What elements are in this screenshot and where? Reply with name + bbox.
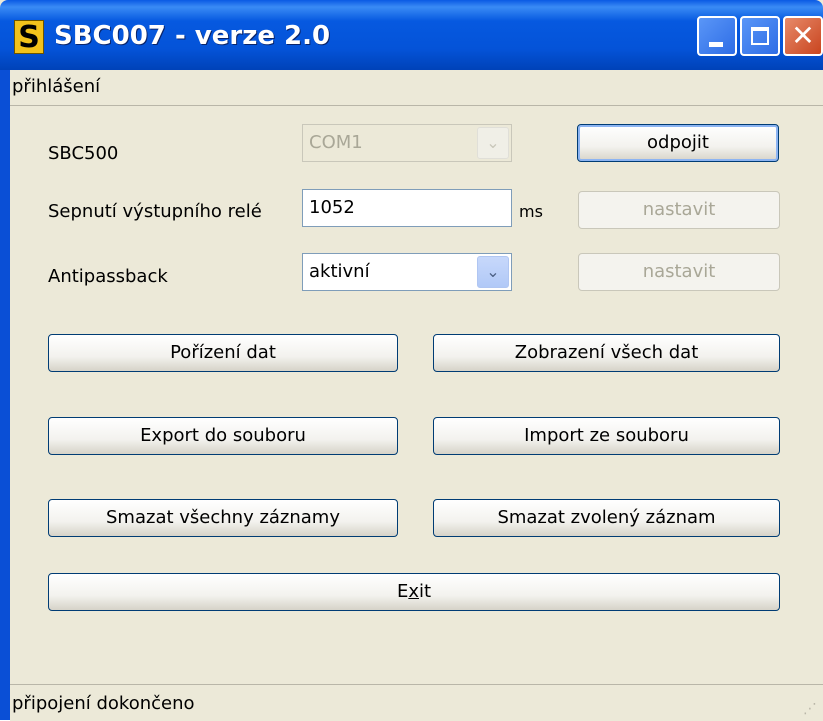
status-bar: připojení dokončeno ⋰ bbox=[10, 684, 823, 721]
menu-bar: přihlášení bbox=[10, 70, 823, 106]
antipassback-set-button[interactable]: nastavit bbox=[578, 253, 780, 291]
delete-selected-button[interactable]: Smazat zvolený záznam bbox=[433, 499, 780, 537]
app-icon: S bbox=[14, 20, 44, 55]
relay-time-value: 1052 bbox=[309, 197, 355, 218]
export-button[interactable]: Export do souboru bbox=[48, 417, 398, 455]
port-select-value: COM1 bbox=[309, 132, 363, 153]
status-text: připojení dokončeno bbox=[12, 693, 195, 714]
delete-all-button[interactable]: Smazat všechny záznamy bbox=[48, 499, 398, 537]
exit-button[interactable]: Exit bbox=[48, 573, 780, 611]
window-title: SBC007 - verze 2.0 bbox=[54, 21, 331, 51]
disconnect-button[interactable]: odpojit bbox=[577, 124, 779, 162]
window-border bbox=[0, 70, 10, 720]
close-icon: ✕ bbox=[791, 19, 815, 52]
app-window: S SBC007 - verze 2.0 ✕ přihlášení SBC500… bbox=[0, 0, 823, 721]
maximize-icon bbox=[751, 27, 769, 45]
show-all-data-button[interactable]: Zobrazení všech dat bbox=[433, 334, 780, 372]
relay-unit: ms bbox=[519, 202, 543, 221]
minimize-button[interactable] bbox=[697, 16, 737, 56]
maximize-button[interactable] bbox=[740, 16, 780, 56]
device-label: SBC500 bbox=[48, 143, 119, 164]
import-button[interactable]: Import ze souboru bbox=[433, 417, 780, 455]
antipassback-select-value: aktivní bbox=[309, 261, 370, 282]
exit-label-mnemonic: x bbox=[408, 581, 419, 602]
antipassback-label: Antipassback bbox=[48, 266, 168, 287]
resize-grip-icon[interactable]: ⋰ bbox=[803, 701, 817, 717]
chevron-down-icon: ⌄ bbox=[477, 127, 509, 159]
exit-label-prefix: E bbox=[396, 581, 409, 602]
relay-time-input[interactable]: 1052 bbox=[302, 189, 512, 227]
menu-item-login[interactable]: přihlášení bbox=[12, 76, 100, 97]
minimize-icon bbox=[709, 42, 723, 47]
close-button[interactable]: ✕ bbox=[783, 16, 823, 56]
chevron-down-icon[interactable]: ⌄ bbox=[477, 256, 509, 288]
acquire-data-button[interactable]: Pořízení dat bbox=[48, 334, 398, 372]
antipassback-select[interactable]: aktivní ⌄ bbox=[302, 253, 512, 291]
port-select: COM1 ⌄ bbox=[302, 124, 512, 162]
relay-label: Sepnutí výstupního relé bbox=[48, 201, 262, 222]
exit-label-suffix: it bbox=[418, 581, 432, 602]
relay-set-button[interactable]: nastavit bbox=[578, 191, 780, 229]
title-bar[interactable]: S SBC007 - verze 2.0 ✕ bbox=[0, 0, 823, 70]
